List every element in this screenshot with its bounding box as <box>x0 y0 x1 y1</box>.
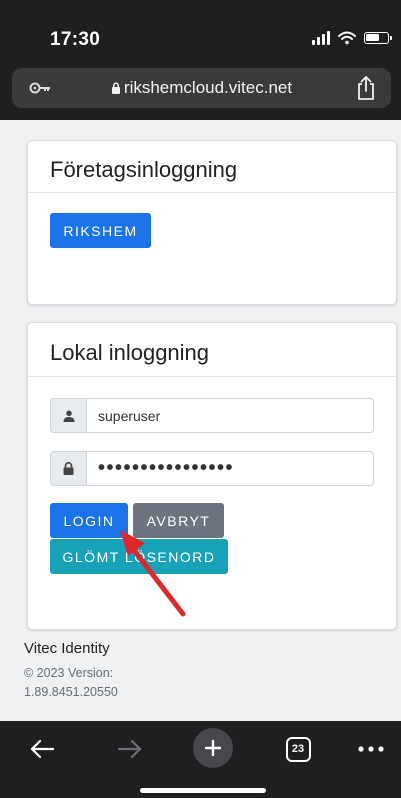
footer-title: Vitec Identity <box>24 640 110 657</box>
share-icon[interactable] <box>355 75 377 101</box>
local-login-card: Lokal inloggning LOGIN AVBRYT GLÖMT LÖSE… <box>27 322 397 630</box>
battery-icon <box>364 32 392 44</box>
more-options-icon[interactable] <box>353 731 389 767</box>
status-icons <box>312 31 392 45</box>
back-icon[interactable] <box>24 731 60 767</box>
footer-version: © 2023 Version: 1.89.8451.20550 <box>24 664 118 702</box>
login-button[interactable]: LOGIN <box>50 503 128 538</box>
forward-icon[interactable] <box>112 731 148 767</box>
address-bar[interactable]: rikshemcloud.vitec.net <box>12 68 391 108</box>
username-input[interactable] <box>87 399 373 432</box>
username-group <box>50 398 374 433</box>
browser-bottom-toolbar: 23 <box>0 721 401 798</box>
lock-icon <box>111 82 120 94</box>
forgot-password-button[interactable]: GLÖMT LÖSENORD <box>50 539 228 574</box>
browser-top-chrome: 17:30 rikshemcloud.vitec.net <box>0 0 401 120</box>
password-input[interactable] <box>87 452 373 485</box>
company-login-heading: Företagsinloggning <box>28 141 396 193</box>
footer-version-number: 1.89.8451.20550 <box>24 685 118 699</box>
company-login-card: Företagsinloggning RIKSHEM <box>27 140 397 305</box>
tab-count: 23 <box>285 736 311 762</box>
status-time: 17:30 <box>50 29 101 50</box>
local-login-heading: Lokal inloggning <box>28 323 396 377</box>
user-icon <box>51 399 87 432</box>
wifi-icon <box>338 31 356 45</box>
url-display[interactable]: rikshemcloud.vitec.net <box>12 78 391 98</box>
new-tab-icon[interactable] <box>193 728 233 768</box>
cancel-button[interactable]: AVBRYT <box>133 503 224 538</box>
footer-copyright: © 2023 Version: <box>24 666 114 680</box>
url-text: rikshemcloud.vitec.net <box>123 78 293 97</box>
tabs-button[interactable]: 23 <box>280 731 316 767</box>
rikshem-login-button[interactable]: RIKSHEM <box>50 213 151 248</box>
home-indicator <box>140 788 266 793</box>
password-group <box>50 451 374 486</box>
lock-icon <box>51 452 87 485</box>
cellular-signal-icon <box>312 31 330 45</box>
